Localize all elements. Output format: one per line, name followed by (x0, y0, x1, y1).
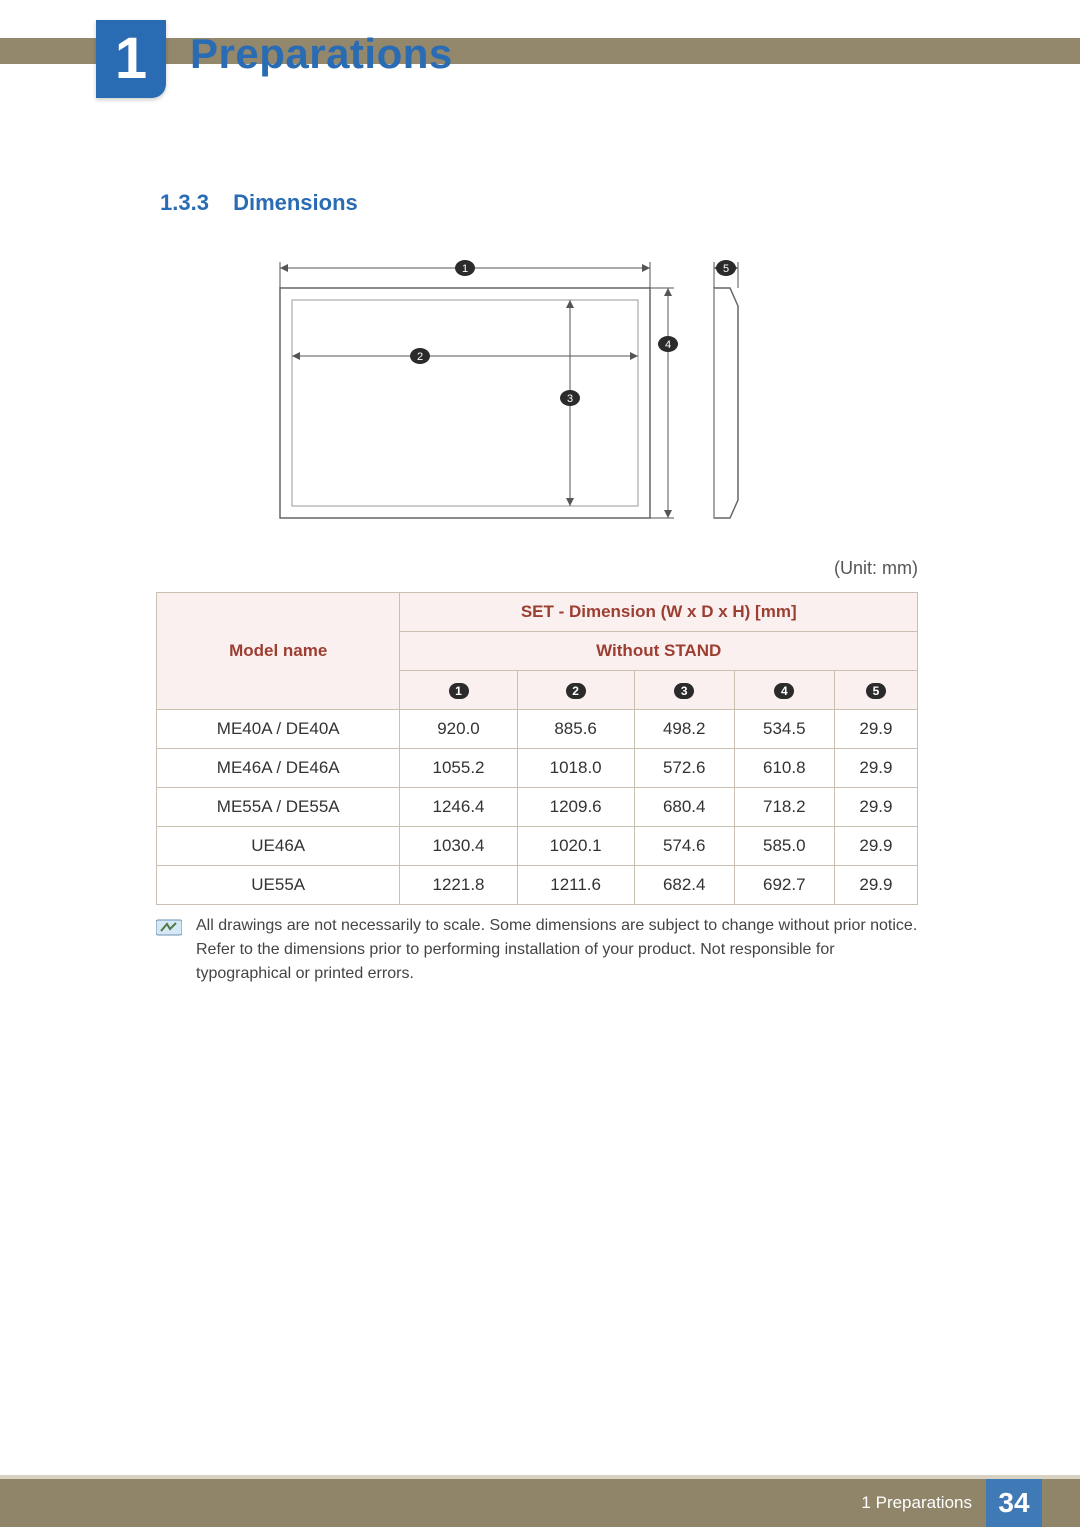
col-5: 5 (834, 671, 917, 710)
table-row: UE55A 1221.8 1211.6 682.4 692.7 29.9 (157, 866, 918, 905)
cell-value: 1030.4 (400, 827, 517, 866)
col-4: 4 (734, 671, 834, 710)
dim-callout-5: 5 (723, 263, 729, 275)
cell-value: 1018.0 (517, 749, 634, 788)
section-title: Dimensions (233, 190, 358, 215)
cell-value: 1211.6 (517, 866, 634, 905)
section-number: 1.3.3 (160, 190, 209, 215)
cell-model: UE46A (157, 827, 400, 866)
col-model-header: Model name (157, 593, 400, 710)
page-number: 34 (986, 1479, 1042, 1527)
cell-value: 1221.8 (400, 866, 517, 905)
cell-value: 885.6 (517, 710, 634, 749)
cell-value: 29.9 (834, 749, 917, 788)
footer: 1 Preparations 34 (861, 1479, 1042, 1527)
cell-value: 574.6 (634, 827, 734, 866)
cell-value: 585.0 (734, 827, 834, 866)
cell-value: 682.4 (634, 866, 734, 905)
cell-model: UE55A (157, 866, 400, 905)
dimensions-diagram-svg: 1 2 3 4 5 (260, 248, 790, 538)
table-row: UE46A 1030.4 1020.1 574.6 585.0 29.9 (157, 827, 918, 866)
cell-value: 572.6 (634, 749, 734, 788)
cell-value: 1246.4 (400, 788, 517, 827)
dim-callout-2: 2 (417, 351, 423, 363)
chapter-number-badge: 1 (96, 20, 166, 98)
cell-value: 1209.6 (517, 788, 634, 827)
section-heading: 1.3.3 Dimensions (160, 190, 358, 216)
cell-value: 1055.2 (400, 749, 517, 788)
col-3: 3 (634, 671, 734, 710)
cell-value: 692.7 (734, 866, 834, 905)
dim-callout-4: 4 (665, 339, 671, 351)
dim-callout-1: 1 (462, 263, 468, 275)
cell-value: 534.5 (734, 710, 834, 749)
cell-value: 920.0 (400, 710, 517, 749)
cell-value: 610.8 (734, 749, 834, 788)
cell-model: ME40A / DE40A (157, 710, 400, 749)
cell-value: 29.9 (834, 866, 917, 905)
cell-value: 29.9 (834, 827, 917, 866)
dimensions-table: Model name SET - Dimension (W x D x H) [… (156, 592, 918, 905)
footer-breadcrumb: 1 Preparations (861, 1479, 986, 1527)
cell-value: 1020.1 (517, 827, 634, 866)
cell-value: 29.9 (834, 710, 917, 749)
table-row: ME46A / DE46A 1055.2 1018.0 572.6 610.8 … (157, 749, 918, 788)
cell-model: ME46A / DE46A (157, 749, 400, 788)
dim-callout-3: 3 (567, 393, 573, 405)
note-icon (156, 917, 182, 937)
cell-value: 718.2 (734, 788, 834, 827)
col-without-stand: Without STAND (400, 632, 918, 671)
note-text: All drawings are not necessarily to scal… (196, 914, 918, 986)
cell-value: 680.4 (634, 788, 734, 827)
unit-note: (Unit: mm) (834, 558, 918, 579)
cell-value: 29.9 (834, 788, 917, 827)
dimensions-diagram: 1 2 3 4 5 (260, 248, 790, 538)
col-set-header: SET - Dimension (W x D x H) [mm] (400, 593, 918, 632)
table-row: ME55A / DE55A 1246.4 1209.6 680.4 718.2 … (157, 788, 918, 827)
note-block: All drawings are not necessarily to scal… (156, 914, 918, 986)
table-row: ME40A / DE40A 920.0 885.6 498.2 534.5 29… (157, 710, 918, 749)
chapter-title: Preparations (190, 30, 453, 78)
col-2: 2 (517, 671, 634, 710)
cell-value: 498.2 (634, 710, 734, 749)
cell-model: ME55A / DE55A (157, 788, 400, 827)
col-1: 1 (400, 671, 517, 710)
